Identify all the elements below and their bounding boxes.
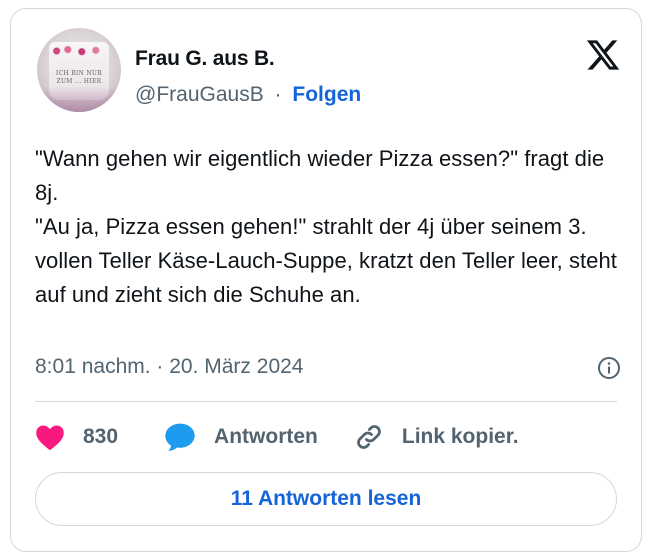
reply-button[interactable]: Antworten <box>164 422 318 452</box>
heart-icon <box>36 425 64 451</box>
x-logo-icon[interactable] <box>585 37 621 73</box>
follow-button[interactable]: Folgen <box>292 83 361 106</box>
divider <box>35 401 617 402</box>
author-handle-row: @FrauGausB · Folgen <box>135 83 361 107</box>
reply-label: Antworten <box>214 425 318 448</box>
tweet-card: ICH BIN NUR ZUM ... HIER Frau G. aus B. … <box>10 8 642 552</box>
read-replies-button[interactable]: 11 Antworten lesen <box>35 472 617 526</box>
speech-bubble-icon <box>165 423 195 451</box>
avatar-tint <box>37 86 121 112</box>
copy-link-button[interactable]: Link kopier. <box>354 422 519 452</box>
info-icon[interactable] <box>597 356 621 380</box>
copy-link-label: Link kopier. <box>401 425 519 448</box>
avatar[interactable]: ICH BIN NUR ZUM ... HIER <box>37 28 121 112</box>
tweet-timestamp[interactable]: 8:01 nachm. · 20. März 2024 <box>35 355 303 379</box>
like-count: 830 <box>83 425 119 448</box>
action-bar: 830 Antworten Link kopier. <box>35 421 519 453</box>
tweet-text: "Wann gehen wir eigentlich wieder Pizza … <box>35 146 617 307</box>
like-button[interactable]: 830 <box>35 423 118 451</box>
link-icon <box>357 425 381 449</box>
handle-separator: · <box>274 83 282 106</box>
author-name[interactable]: Frau G. aus B. <box>135 47 275 71</box>
flower-pattern <box>51 44 107 58</box>
avatar-mug-text: ICH BIN NUR ZUM ... HIER <box>55 70 103 85</box>
author-handle[interactable]: @FrauGausB <box>135 83 264 106</box>
